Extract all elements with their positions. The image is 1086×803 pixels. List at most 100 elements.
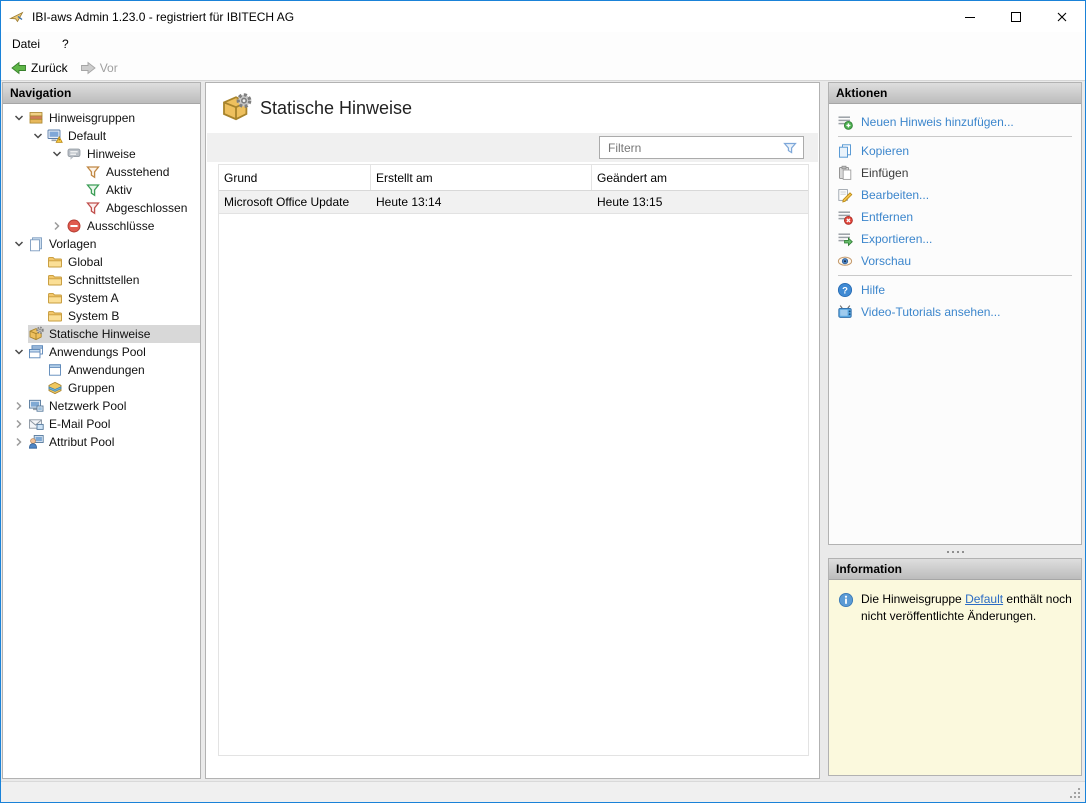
maximize-button[interactable] (993, 1, 1039, 32)
table-cell: Heute 13:15 (592, 191, 808, 213)
page-title: Statische Hinweise (260, 83, 412, 133)
action-hilfe[interactable]: ?Hilfe (829, 279, 1081, 301)
tree-item-ausschlüsse[interactable]: Ausschlüsse (3, 217, 200, 235)
tree-item-body: Hinweisgruppen (28, 109, 200, 127)
tree-item-system-b[interactable]: System B (3, 307, 200, 325)
tree-item-statische-hinweise[interactable]: Statische Hinweise (3, 325, 200, 343)
tree-item-body: System A (47, 289, 200, 307)
chevron-down-icon[interactable] (9, 110, 28, 126)
hinweisgruppe-default-link[interactable]: Default (965, 592, 1003, 606)
tree-item-netzwerk-pool[interactable]: Netzwerk Pool (3, 397, 200, 415)
minimize-icon (962, 9, 978, 25)
tree-item-e-mail-pool[interactable]: E-Mail Pool (3, 415, 200, 433)
tree-item-anwendungs-pool[interactable]: Anwendungs Pool (3, 343, 200, 361)
action-exportieren[interactable]: Exportieren... (829, 228, 1081, 250)
menu-item-datei[interactable]: Datei (1, 32, 51, 55)
resize-grip[interactable] (1066, 784, 1082, 800)
action-separator (838, 275, 1072, 276)
tree-item-body: Ausschlüsse (66, 217, 200, 235)
filter-funnel-icon[interactable] (782, 140, 798, 156)
tree-item-label: Ausschlüsse (82, 219, 160, 233)
chevron-down-icon[interactable] (9, 236, 28, 252)
action-einfügen[interactable]: Einfügen (829, 162, 1081, 184)
panel-splitter-handle[interactable] (828, 546, 1082, 558)
filter-input[interactable] (600, 141, 782, 155)
column-header-geändert-am[interactable]: Geändert am (592, 165, 808, 190)
column-header-erstellt-am[interactable]: Erstellt am (371, 165, 592, 190)
export-icon (837, 231, 853, 247)
static-notices-icon (28, 326, 44, 342)
tree-indent (3, 370, 28, 371)
tree-item-body: Ausstehend (85, 163, 200, 181)
expander-spacer (28, 380, 47, 396)
application-pool-icon (28, 344, 44, 360)
tree-indent (3, 280, 28, 281)
table-body: Microsoft Office UpdateHeute 13:14Heute … (219, 191, 808, 214)
table-cell: Microsoft Office Update (219, 191, 371, 213)
tree-item-hinweisgruppen[interactable]: Hinweisgruppen (3, 109, 200, 127)
chevron-down-icon[interactable] (9, 344, 28, 360)
action-entfernen[interactable]: Entfernen (829, 206, 1081, 228)
tree-item-global[interactable]: Global (3, 253, 200, 271)
column-header-grund[interactable]: Grund (219, 165, 371, 190)
tree-item-label: Ausstehend (101, 165, 175, 179)
tree-item-hinweise[interactable]: Hinweise (3, 145, 200, 163)
action-kopieren[interactable]: Kopieren (829, 140, 1081, 162)
action-vorschau[interactable]: Vorschau (829, 250, 1081, 272)
table-row[interactable]: Microsoft Office UpdateHeute 13:14Heute … (219, 191, 808, 214)
tree-indent (3, 208, 66, 209)
tree-item-schnittstellen[interactable]: Schnittstellen (3, 271, 200, 289)
chevron-right-icon[interactable] (47, 218, 66, 234)
action-video-tutorials-ansehen[interactable]: Video-Tutorials ansehen... (829, 301, 1081, 323)
tree-item-ausstehend[interactable]: Ausstehend (3, 163, 200, 181)
tree-item-label: Global (63, 255, 109, 269)
action-bearbeiten[interactable]: Bearbeiten... (829, 184, 1081, 206)
minimize-button[interactable] (947, 1, 993, 32)
tree-item-body: Vorlagen (28, 235, 200, 253)
tree-item-vorlagen[interactable]: Vorlagen (3, 235, 200, 253)
navigation-tree: HinweisgruppenDefaultHinweise Ausstehend A… (3, 104, 200, 451)
main-header: Statische Hinweise (206, 83, 819, 133)
remove-icon (837, 209, 853, 225)
chevron-down-icon[interactable] (28, 128, 47, 144)
expander-spacer (9, 326, 28, 342)
tree-item-anwendungen[interactable]: Anwendungen (3, 361, 200, 379)
tree-indent (3, 262, 28, 263)
tree-item-body: Statische Hinweise (28, 325, 200, 343)
table-header-row: GrundErstellt amGeändert am (219, 165, 808, 191)
expander-spacer (28, 290, 47, 306)
tree-item-gruppen[interactable]: Gruppen (3, 379, 200, 397)
status-bar (1, 781, 1085, 802)
chevron-right-icon[interactable] (9, 398, 28, 414)
menu-item-help[interactable]: ? (51, 32, 80, 55)
tree-indent (3, 154, 47, 155)
action-label: Video-Tutorials ansehen... (861, 305, 1000, 319)
close-button[interactable] (1039, 1, 1085, 32)
maximize-icon (1008, 9, 1024, 25)
static-notices-icon (220, 92, 252, 124)
add-notice-icon (837, 114, 853, 130)
action-neuen-hinweis-hinzufügen[interactable]: Neuen Hinweis hinzufügen... (829, 111, 1081, 133)
chevron-right-icon[interactable] (9, 416, 28, 432)
actions-panel: Aktionen Neuen Hinweis hinzufügen...Kopi… (828, 82, 1082, 545)
tree-item-attribut-pool[interactable]: Attribut Pool (3, 433, 200, 451)
tree-item-body: System B (47, 307, 200, 325)
tree-item-default[interactable]: Default (3, 127, 200, 145)
tree-indent (3, 316, 28, 317)
forward-button[interactable]: Vor (74, 56, 124, 80)
back-button[interactable]: Zurück (5, 56, 74, 80)
toolbar: Zurück Vor (1, 55, 1085, 81)
expander-spacer (28, 308, 47, 324)
action-label: Vorschau (861, 254, 911, 268)
app-logo-icon (9, 9, 25, 25)
navigation-header: Navigation (3, 83, 200, 104)
tree-item-system-a[interactable]: System A (3, 289, 200, 307)
actions-list: Neuen Hinweis hinzufügen... KopierenEinfü… (829, 104, 1081, 323)
tree-item-aktiv[interactable]: Aktiv (3, 181, 200, 199)
copy-icon (837, 143, 853, 159)
chevron-down-icon[interactable] (47, 146, 66, 162)
chevron-right-icon[interactable] (9, 434, 28, 450)
funnel-pending-icon (85, 164, 101, 180)
tree-item-body: Attribut Pool (28, 433, 200, 451)
tree-item-abgeschlossen[interactable]: Abgeschlossen (3, 199, 200, 217)
